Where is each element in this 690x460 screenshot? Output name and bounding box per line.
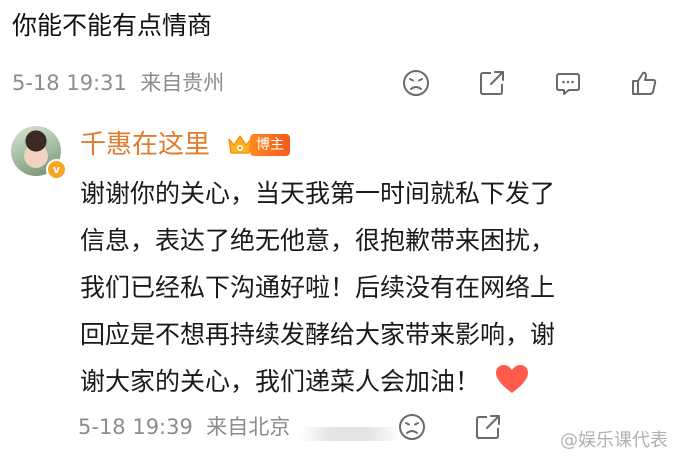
- reply-username[interactable]: 千惠在这里: [80, 127, 210, 163]
- share-icon[interactable]: [476, 67, 508, 99]
- reply-location: 来自北京: [206, 415, 291, 439]
- verified-badge-icon: v: [46, 159, 67, 180]
- parent-comment-meta: 5-18 19:31 来自贵州: [12, 66, 224, 100]
- reply-line: 回应是不想再持续发酵给大家带来影响，谢: [80, 320, 556, 349]
- reply-line: 谢大家的关心，我们递菜人会加油！: [80, 367, 481, 396]
- badge-label: 博主: [250, 134, 290, 156]
- share-icon[interactable]: [472, 411, 504, 443]
- comment-icon[interactable]: [552, 67, 584, 99]
- frown-icon[interactable]: [396, 411, 428, 443]
- watermark: @娱乐课代表: [560, 430, 668, 451]
- parent-comment-actions: [400, 66, 690, 100]
- parent-comment-date: 5-18 19:31: [12, 71, 127, 95]
- reply-actions: [396, 410, 548, 444]
- reply-line: 信息，表达了绝无他意，很抱歉带来困扰，: [80, 226, 556, 255]
- parent-comment-location: 来自贵州: [140, 71, 225, 95]
- reply-text: 谢谢你的关心，当天我第一时间就私下发了 信息，表达了绝无他意，很抱歉带来困扰， …: [80, 170, 670, 405]
- blogger-badge: 博主: [226, 131, 290, 159]
- heart-icon: [494, 363, 530, 395]
- reply-meta: 5-18 19:39 来自北京: [78, 410, 290, 444]
- reply-date: 5-18 19:39: [78, 415, 193, 439]
- reply-line: 我们已经私下沟通好啦！后续没有在网络上: [80, 273, 556, 302]
- like-icon[interactable]: [628, 67, 660, 99]
- parent-comment-text: 你能不能有点情商: [12, 11, 213, 40]
- blurred-overlay: [300, 427, 400, 441]
- frown-icon[interactable]: [400, 67, 432, 99]
- reply-line: 谢谢你的关心，当天我第一时间就私下发了: [80, 179, 556, 208]
- reply-last-line: 谢大家的关心，我们递菜人会加油！: [80, 358, 670, 405]
